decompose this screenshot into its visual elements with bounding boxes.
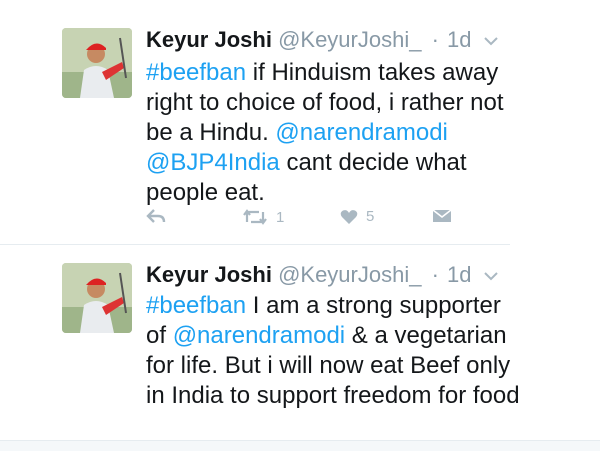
chevron-down-icon[interactable] xyxy=(484,271,498,281)
tweet-header: Keyur Joshi @KeyurJoshi_ · 1d xyxy=(146,26,472,54)
tweet-text: #beefban if Hinduism takes away right to… xyxy=(146,58,526,208)
heart-icon xyxy=(340,209,358,224)
tweet[interactable]: Keyur Joshi @KeyurJoshi_ · 1d #beefban i… xyxy=(0,0,600,245)
tweet-text: #beefban I am a strong supporter of @nar… xyxy=(146,291,526,411)
tweet-header: Keyur Joshi @KeyurJoshi_ · 1d xyxy=(146,261,472,289)
reply-icon xyxy=(146,209,166,223)
hashtag-link[interactable]: #beefban xyxy=(146,59,246,86)
timestamp[interactable]: 1d xyxy=(447,27,471,52)
like-count: 5 xyxy=(366,208,375,225)
avatar[interactable] xyxy=(62,28,132,98)
author-name[interactable]: Keyur Joshi xyxy=(146,262,272,287)
tweet-actions: 1 5 xyxy=(146,208,466,234)
separator-dot: · xyxy=(431,27,439,52)
author-handle[interactable]: @KeyurJoshi_ xyxy=(278,262,421,287)
retweet-count: 1 xyxy=(276,208,285,226)
mention-link[interactable]: @narendramodi xyxy=(173,322,345,349)
author-handle[interactable]: @KeyurJoshi_ xyxy=(278,27,421,52)
reply-button[interactable] xyxy=(146,208,166,224)
mention-link[interactable]: @BJP4India xyxy=(146,149,280,176)
bottom-edge xyxy=(0,440,600,451)
author-name[interactable]: Keyur Joshi xyxy=(146,27,272,52)
message-button[interactable] xyxy=(432,208,452,224)
chevron-down-icon[interactable] xyxy=(484,36,498,46)
mention-link[interactable]: @narendramodi xyxy=(275,119,447,146)
retweet-button[interactable]: 1 xyxy=(242,208,284,226)
avatar[interactable] xyxy=(62,263,132,333)
like-button[interactable]: 5 xyxy=(340,208,374,225)
tweet[interactable]: Keyur Joshi @KeyurJoshi_ · 1d #beefban I… xyxy=(0,245,600,440)
envelope-icon xyxy=(432,209,452,222)
retweet-icon xyxy=(243,209,267,225)
separator-dot: · xyxy=(431,262,439,287)
timestamp[interactable]: 1d xyxy=(447,262,471,287)
hashtag-link[interactable]: #beefban xyxy=(146,292,246,319)
